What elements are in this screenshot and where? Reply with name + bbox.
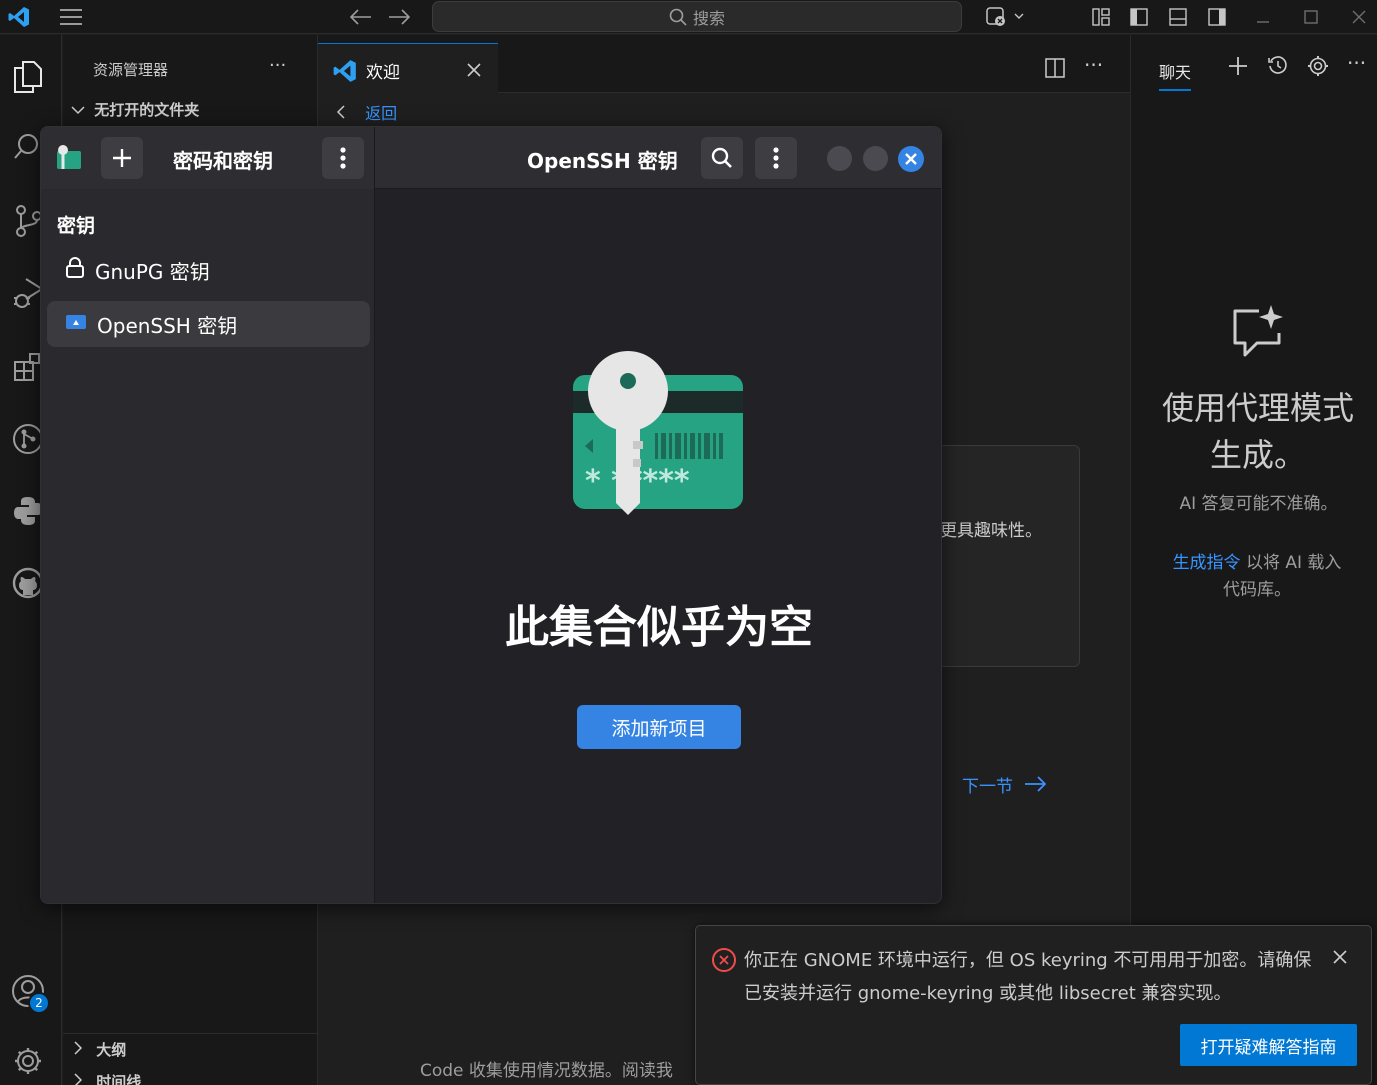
passwords-and-keys-window: 密码和密钥 OpenSSH 密钥 密钥 GnuPG 密钥 OpenSSH 密钥 <box>40 126 942 904</box>
customize-layout-icon[interactable] <box>1088 4 1114 30</box>
add-new-item-button[interactable]: 添加新项目 <box>577 705 741 749</box>
generate-instructions-link[interactable]: 生成指令 <box>1173 553 1241 573</box>
accounts-badge: 2 <box>28 992 50 1014</box>
timeline-label: 时间线 <box>96 1073 142 1085</box>
vscode-tab-icon <box>332 58 358 88</box>
explorer-title: 资源管理器 <box>93 61 169 79</box>
close-window-icon[interactable] <box>1346 4 1372 30</box>
walkthrough-card <box>930 445 1080 667</box>
maximize-icon[interactable] <box>1298 4 1324 30</box>
arrow-right-icon <box>1024 776 1047 797</box>
collection-title: OpenSSH 密钥 <box>527 149 678 173</box>
toggle-primary-sidebar-icon[interactable] <box>1126 4 1152 30</box>
minimize-icon[interactable] <box>1250 4 1276 30</box>
chat-more-icon[interactable]: ··· <box>1347 51 1366 75</box>
dialog-maximize-button[interactable] <box>863 146 888 171</box>
main-menu-button[interactable] <box>322 137 364 179</box>
toggle-secondary-sidebar-icon[interactable] <box>1204 4 1230 30</box>
open-troubleshooting-button[interactable]: 打开疑难解答指南 <box>1180 1024 1357 1066</box>
back-label: 返回 <box>365 104 398 123</box>
outline-label: 大纲 <box>96 1041 127 1059</box>
dialog-minimize-button[interactable] <box>827 146 852 171</box>
forward-arrow-icon[interactable] <box>386 4 412 30</box>
keyring-error-notification: 你正在 GNOME 环境中运行，但 OS keyring 不可用用于加密。请确保… <box>695 925 1372 1085</box>
openssh-folder-icon <box>65 312 87 336</box>
editor-more-icon[interactable]: ··· <box>1084 53 1103 77</box>
telemetry-notice: Code 收集使用情况数据。阅读我 <box>420 1061 673 1081</box>
chevron-right-icon <box>73 1073 91 1085</box>
toggle-panel-icon[interactable] <box>1165 4 1191 30</box>
next-section-link[interactable]: 下一节 <box>962 772 1047 797</box>
search-placeholder: 搜索 <box>692 8 725 28</box>
tab-welcome-label: 欢迎 <box>366 63 400 83</box>
new-chat-icon[interactable] <box>1227 55 1249 82</box>
instructions-suffix: 以将 AI 载入代码库。 <box>1223 553 1342 600</box>
chevron-down-icon <box>71 101 89 119</box>
section-divider <box>63 1033 318 1034</box>
command-center-search[interactable]: 搜索 <box>432 1 962 32</box>
explorer-icon[interactable] <box>8 57 48 97</box>
no-folder-label: 无打开的文件夹 <box>94 101 200 119</box>
no-folder-section[interactable]: 无打开的文件夹 <box>71 99 199 120</box>
timeline-section[interactable]: 时间线 <box>73 1071 141 1085</box>
copilot-status-icon[interactable] <box>984 4 1028 30</box>
search-icon <box>711 147 732 168</box>
sidebar-item-gnupg[interactable]: GnuPG 密钥 <box>47 247 370 293</box>
explorer-more-actions[interactable]: ··· <box>269 55 286 76</box>
keys-section-title: 密钥 <box>57 215 96 237</box>
outline-section[interactable]: 大纲 <box>73 1039 126 1060</box>
empty-collection-title: 此集合似乎为空 <box>505 602 813 653</box>
add-key-button[interactable] <box>101 137 143 179</box>
search-icon <box>669 8 687 26</box>
chat-disclaimer: AI 答复可能不准确。 <box>1179 494 1338 514</box>
next-section-label: 下一节 <box>962 777 1013 797</box>
history-icon[interactable] <box>1267 55 1289 82</box>
tab-welcome[interactable]: 欢迎 <box>318 43 498 95</box>
error-icon <box>712 948 736 972</box>
chat-instructions-hint: 生成指令 以将 AI 载入代码库。 <box>1167 550 1347 604</box>
chat-agent-heading: 使用代理模式生成。 <box>1161 389 1354 474</box>
title-bar: 搜索 <box>0 0 1377 34</box>
tab-close-icon[interactable] <box>466 56 482 83</box>
vscode-logo-icon <box>6 4 32 30</box>
seahorse-app-icon <box>53 143 83 177</box>
tab-chat[interactable]: 聊天 <box>1159 59 1192 91</box>
chevron-right-icon <box>73 1041 91 1059</box>
notification-message: 你正在 GNOME 环境中运行，但 OS keyring 不可用用于加密。请确保… <box>744 950 1312 1004</box>
keyring-sidebar: 密钥 GnuPG 密钥 OpenSSH 密钥 <box>41 189 375 903</box>
manage-gear-icon[interactable] <box>8 1041 48 1081</box>
app-title: 密码和密钥 <box>173 149 273 173</box>
chevron-left-icon <box>336 104 360 123</box>
notification-close-icon[interactable] <box>1332 946 1348 970</box>
chat-sparkle-icon <box>1229 303 1289 365</box>
walkthrough-card-text: 更具趣味性。 <box>940 521 1042 541</box>
dialog-sidebar-header: 密码和密钥 <box>41 127 375 189</box>
editor-tab-bar: 欢迎 ··· <box>318 35 1130 95</box>
gnupg-lock-icon <box>65 256 85 285</box>
back-arrow-icon[interactable] <box>348 4 374 30</box>
sidebar-item-openssh[interactable]: OpenSSH 密钥 <box>47 301 370 347</box>
menu-icon[interactable] <box>58 4 84 30</box>
collection-search-button[interactable] <box>701 137 743 179</box>
openssh-label: OpenSSH 密钥 <box>97 313 238 338</box>
chat-settings-gear-icon[interactable] <box>1307 55 1329 82</box>
split-editor-icon[interactable] <box>1044 57 1066 84</box>
welcome-back-link[interactable]: 返回 <box>336 100 397 124</box>
empty-collection-illustration: * ***** <box>571 351 747 525</box>
dialog-close-button[interactable] <box>898 146 924 172</box>
collection-menu-button[interactable] <box>755 137 797 179</box>
gnupg-label: GnuPG 密钥 <box>95 259 210 284</box>
